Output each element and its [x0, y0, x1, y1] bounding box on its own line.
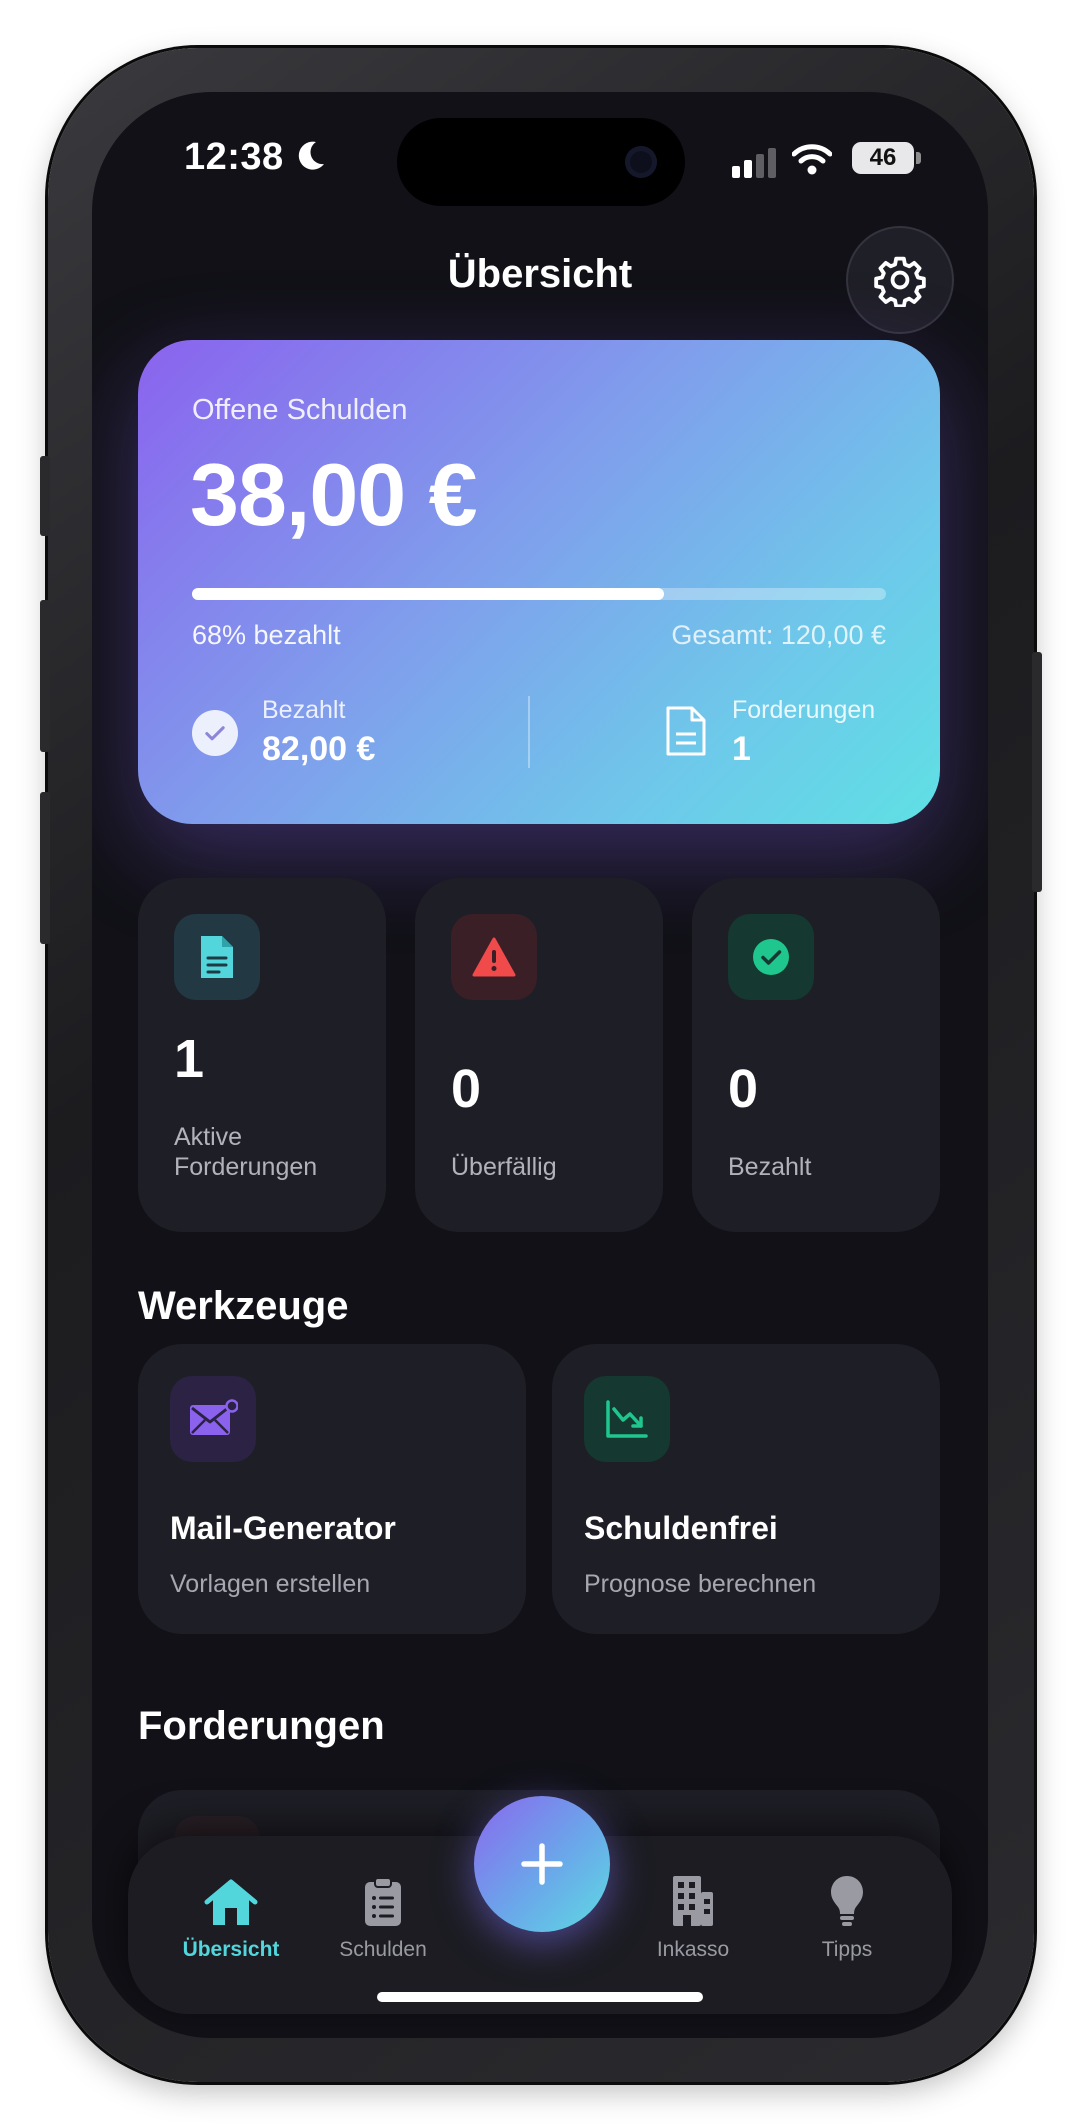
- tab-tips[interactable]: Tipps: [772, 1836, 922, 2014]
- tool-icon-container: [170, 1376, 256, 1462]
- tab-label: Übersicht: [182, 1938, 280, 1961]
- battery-indicator: 46: [852, 142, 914, 174]
- power-button: [1032, 652, 1042, 892]
- action-button: [40, 456, 50, 536]
- payment-progress-bar: [192, 588, 886, 600]
- progress-percent-label: 68% bezahlt: [192, 620, 341, 650]
- tab-collection[interactable]: Inkasso: [618, 1836, 768, 2014]
- cellular-signal-icon: [732, 148, 776, 178]
- active-claims-count: 1: [174, 1029, 205, 1089]
- summary-divider: [528, 696, 530, 768]
- clipboard-list-icon: [365, 1877, 401, 1926]
- add-button[interactable]: [474, 1796, 610, 1932]
- overdue-label: Überfällig: [451, 1153, 557, 1181]
- stat-card-active-claims[interactable]: 1 Aktive Forderungen: [138, 878, 386, 1232]
- tools-section-title: Werkzeuge: [138, 1284, 349, 1328]
- open-debt-amount: 38,00 €: [190, 445, 478, 544]
- debt-free-card[interactable]: Schuldenfrei Prognose berechnen: [552, 1344, 940, 1634]
- mail-generator-card[interactable]: Mail-Generator Vorlagen erstellen: [138, 1344, 526, 1634]
- app-screen: 12:38 46 Übersicht Offene Schulden 38,00…: [92, 92, 988, 2038]
- paid-count-label: Bezahlt: [728, 1153, 812, 1181]
- paid-label: Bezahlt: [262, 696, 346, 724]
- settings-button[interactable]: [846, 226, 954, 334]
- lightbulb-icon: [831, 1876, 863, 1926]
- stat-icon-container: [174, 914, 260, 1000]
- tab-label: Inkasso: [656, 1938, 730, 1961]
- home-indicator[interactable]: [377, 1992, 703, 2002]
- tab-debts[interactable]: Schulden: [308, 1836, 458, 2014]
- mail-generator-title: Mail-Generator: [170, 1510, 396, 1546]
- claims-value: 1: [732, 730, 751, 768]
- moon-icon: [298, 141, 324, 170]
- stat-card-paid[interactable]: 0 Bezahlt: [692, 878, 940, 1232]
- battery-tip: [916, 152, 921, 164]
- document-icon: [201, 936, 233, 978]
- camera-icon: [625, 146, 657, 178]
- wifi-icon: [792, 144, 832, 175]
- tool-icon-container: [584, 1376, 670, 1462]
- debt-summary-card[interactable]: Offene Schulden 38,00 € 68% bezahlt Gesa…: [138, 340, 940, 824]
- overdue-count: 0: [451, 1059, 482, 1119]
- dynamic-island: [397, 118, 685, 206]
- building-icon: [673, 1876, 713, 1926]
- debt-free-title: Schuldenfrei: [584, 1510, 778, 1546]
- gear-icon: [874, 256, 926, 307]
- house-icon: [204, 1879, 258, 1925]
- volume-up-button: [40, 600, 50, 752]
- claims-section-title: Forderungen: [138, 1704, 385, 1748]
- active-claims-label: Aktive Forderungen: [174, 1123, 318, 1181]
- stat-card-overdue[interactable]: 0 Überfällig: [415, 878, 663, 1232]
- open-debt-label: Offene Schulden: [192, 394, 408, 426]
- status-time: 12:38: [184, 136, 284, 178]
- paid-value: 82,00 €: [262, 730, 376, 768]
- warning-icon: [472, 937, 516, 977]
- debt-free-subtitle: Prognose berechnen: [584, 1570, 817, 1598]
- tab-label: Schulden: [339, 1938, 427, 1961]
- tab-overview[interactable]: Übersicht: [156, 1836, 306, 2014]
- payment-progress-fill: [192, 588, 664, 600]
- plus-icon: [521, 1843, 563, 1885]
- mail-icon: [190, 1399, 238, 1435]
- stat-icon-container: [451, 914, 537, 1000]
- mail-generator-subtitle: Vorlagen erstellen: [170, 1570, 371, 1598]
- claims-label: Forderungen: [732, 696, 876, 724]
- document-icon: [666, 706, 706, 756]
- check-circle-icon: [753, 939, 789, 975]
- total-amount-label: Gesamt: 120,00 €: [671, 620, 886, 650]
- volume-down-button: [40, 792, 50, 944]
- check-icon: [192, 710, 238, 756]
- paid-count: 0: [728, 1059, 759, 1119]
- stat-icon-container: [728, 914, 814, 1000]
- trend-down-chart-icon: [606, 1400, 648, 1438]
- tab-label: Tipps: [821, 1938, 873, 1961]
